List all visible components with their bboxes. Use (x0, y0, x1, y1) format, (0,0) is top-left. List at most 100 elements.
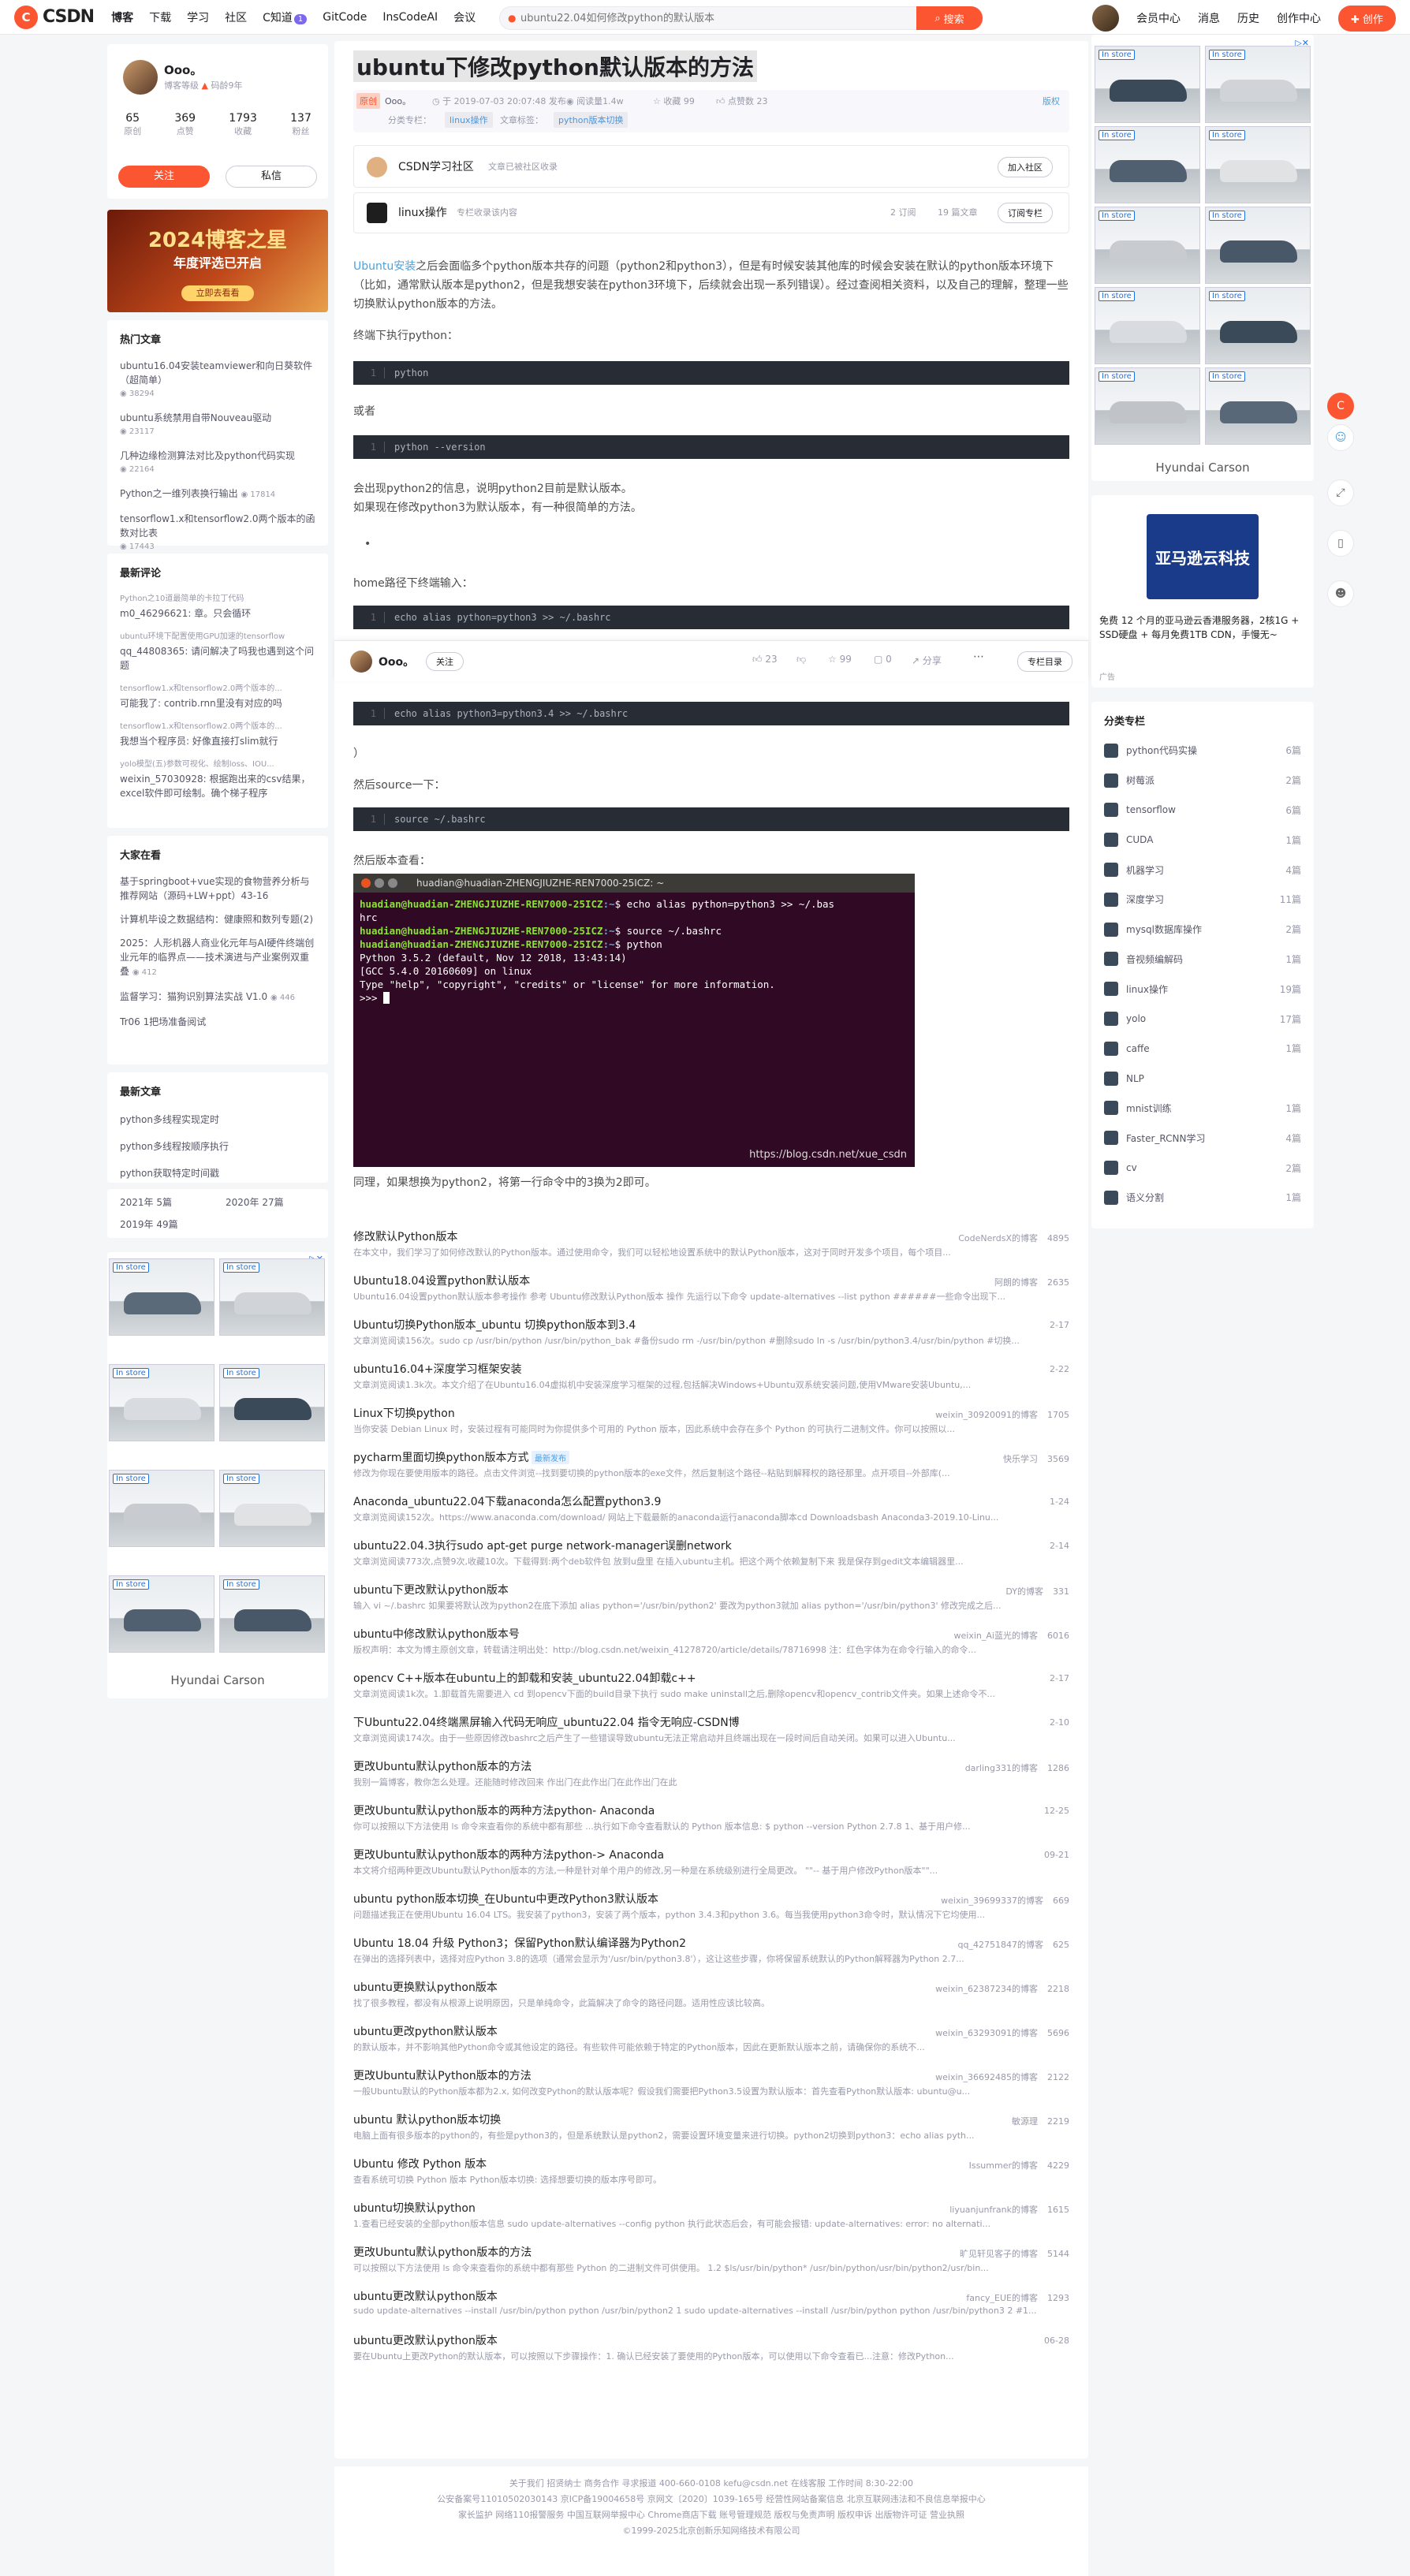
comment-item[interactable]: tensorflow1.x和tensorflow2.0两个版本的... 我想当个程… (107, 715, 328, 753)
like-action[interactable]: 👍︎ 23 (752, 654, 778, 665)
right-car-ad[interactable]: ▷✕ In store In store In store In store I… (1091, 35, 1314, 481)
recommend-item[interactable]: Linux下切换python 当你安装 Debian Linux 时，安装过程有可… (353, 1405, 1069, 1448)
code-block-3[interactable]: 1 echo alias python=python3 >> ~/.bashrc (353, 606, 1069, 629)
nav-download[interactable]: 下载 (149, 9, 171, 25)
user-avatar[interactable] (1091, 5, 1119, 32)
comment-item[interactable]: tensorflow1.x和tensorflow2.0两个版本的... 可能我了:… (107, 677, 328, 715)
recommend-title[interactable]: Ubuntu18.04设置python默认版本 (353, 1273, 1069, 1290)
fullscreen-icon[interactable]: ⤢ (1327, 479, 1354, 506)
recommend-source[interactable]: CodeNerdsX的博客 (958, 1233, 1038, 1243)
creator-center[interactable]: 创作中心 (1277, 10, 1321, 26)
recommend-title[interactable]: ubuntu下更改默认python版本 (353, 1582, 1069, 1599)
footer-legal[interactable]: 家长监护 网络110报警服务 中国互联网举报中心 Chrome商店下载 账号管理… (334, 2507, 1088, 2523)
recommend-item[interactable]: ubuntu python版本切换_在Ubuntu中更改Python3默认版本问… (353, 1891, 1069, 1933)
blog-star-banner[interactable]: 2024博客之星 年度评选已开启 立即去看看 (107, 210, 328, 312)
recommend-item[interactable]: ubuntu更换默认python版本 找了很多教程，都没有从根源上说明原因，只是单… (353, 1979, 1069, 2022)
follow-button[interactable]: 关注 (118, 166, 210, 188)
column-tag[interactable]: linux操作 (445, 112, 493, 128)
nav-cknow[interactable]: C知道 1 (263, 9, 308, 25)
more-icon[interactable]: ⋯ (973, 651, 984, 663)
category-item[interactable]: linux操作 19篇 (1091, 974, 1314, 1004)
category-item[interactable]: caffe 1篇 (1091, 1034, 1314, 1064)
search-button[interactable]: ⌕ 搜索 (916, 6, 983, 30)
category-item[interactable]: mnist训练 1篇 (1091, 1094, 1314, 1124)
profile-name[interactable]: Ooo。 (164, 62, 202, 78)
recommend-source[interactable]: weixin_63293091的博客 (935, 2028, 1038, 2038)
recommend-source[interactable]: 旷见轩见客子的博客 (960, 2249, 1038, 2259)
recommend-title[interactable]: opencv C++版本在ubuntu上的卸载和安装_ubuntu22.04卸载… (353, 1670, 1069, 1687)
hot-article-item[interactable]: ubuntu系统禁用自带Nouveau驱动 ◉ 23117 (107, 406, 328, 444)
latest-article-item[interactable]: python多线程按顺序执行 (107, 1133, 328, 1160)
archive-2020[interactable]: 2020年 27篇 (226, 1195, 284, 1209)
recommend-title[interactable]: Anaconda_ubuntu22.04下载anaconda怎么配置python… (353, 1493, 1069, 1511)
nav-community[interactable]: 社区 (225, 9, 247, 25)
code-block-2[interactable]: 1 python --version (353, 435, 1069, 459)
recommend-source[interactable]: 敏源理 (1012, 2116, 1038, 2127)
messages[interactable]: 消息 (1198, 10, 1220, 26)
latest-article-item[interactable]: python获取特定时间戳 (107, 1160, 328, 1187)
create-button[interactable]: ✚ 创作 (1337, 5, 1396, 32)
comment-item[interactable]: Python之10道最简单的卡拉丁代码 m0_46296621: 章。只会循环 (107, 587, 328, 625)
stat-original[interactable]: 65 原创 (124, 112, 141, 137)
recommend-title[interactable]: 下Ubuntu22.04终端黑屏输入代码无响应_ubuntu22.04 指令无响… (353, 1714, 1069, 1732)
profile-avatar[interactable] (123, 60, 158, 95)
recommend-source[interactable]: darling331的博客 (965, 1763, 1038, 1773)
mobile-icon[interactable]: ▯ (1327, 530, 1354, 557)
recommend-item[interactable]: ubuntu更改python默认版本 的默认版本，并不影响其他Python命令或其… (353, 2023, 1069, 2066)
ai-assistant-icon[interactable]: ☺ (1327, 424, 1354, 451)
stat-fans[interactable]: 137 粉丝 (290, 112, 311, 137)
nav-inscodeai[interactable]: InsCodeAI (382, 11, 438, 24)
banner-button[interactable]: 立即去看看 (181, 285, 254, 301)
latest-article-item[interactable]: python多线程实现定时 (107, 1106, 328, 1133)
category-item[interactable]: 语义分割 1篇 (1091, 1183, 1314, 1213)
recommend-item[interactable]: opencv C++版本在ubuntu上的卸载和安装_ubuntu22.04卸载… (353, 1670, 1069, 1713)
archive-2019[interactable]: 2019年 49篇 (120, 1217, 178, 1231)
favorite-action[interactable]: ☆ 99 (828, 654, 852, 665)
copyright-link[interactable]: 版权 (1043, 95, 1060, 107)
recommend-title[interactable]: ubuntu更改默认python版本 (353, 2332, 1069, 2350)
article-author[interactable]: Ooo。 (385, 95, 411, 107)
hot-article-item[interactable]: ubuntu16.04安装teamviewer和向日葵软件（超简单） ◉ 3829… (107, 354, 328, 406)
recommend-item[interactable]: Ubuntu18.04设置python默认版本 Ubuntu16.04设置pyth… (353, 1273, 1069, 1315)
subscribe-column-button[interactable]: 订阅专栏 (998, 203, 1053, 223)
category-item[interactable]: 机器学习 4篇 (1091, 855, 1314, 885)
recommend-item[interactable]: 下Ubuntu22.04终端黑屏输入代码无响应_ubuntu22.04 指令无响… (353, 1714, 1069, 1757)
recommend-source[interactable]: weixin_62387234的博客 (935, 1984, 1038, 1994)
footer-links[interactable]: 关于我们 招贤纳士 商务合作 寻求报道 400-660-0108 kefu@cs… (334, 2476, 1088, 2492)
recommend-source[interactable]: liyuanjunfrank的博客 (949, 2205, 1038, 2215)
category-item[interactable]: tensorflow 6篇 (1091, 796, 1314, 826)
message-button[interactable]: 私信 (226, 166, 317, 188)
code-block-4[interactable]: 1 echo alias python3=python3.4 >> ~/.bash… (353, 702, 1069, 725)
hot-article-item[interactable]: 几种边缘检测算法对比及python代码实现 ◉ 22164 (107, 444, 328, 482)
recommend-source[interactable]: 阿朗的博客 (994, 1277, 1038, 1288)
cloud-ad[interactable]: 亚马逊云科技 免费 12 个月的亚马逊云香港服务器，2核1G + SSD硬盘 +… (1091, 495, 1314, 688)
recommend-item[interactable]: Ubuntu 18.04 升级 Python3；保留Python默认编译器为Py… (353, 1935, 1069, 1978)
action-bar-avatar[interactable] (350, 651, 372, 673)
recommend-source[interactable]: 快乐学习 (1003, 1454, 1038, 1464)
csdn-logo[interactable]: C CSDN (14, 5, 95, 29)
recommend-item[interactable]: Ubuntu切换Python版本_ubuntu 切换python版本到3.4 文章… (353, 1317, 1069, 1359)
recommend-item[interactable]: ubuntu中修改默认python版本号 版权声明：本文为博主原创文章，转载请注明… (353, 1626, 1069, 1668)
recommend-title[interactable]: ubuntu22.04.3执行sudo apt-get purge networ… (353, 1538, 1069, 1555)
recommend-item[interactable]: 更改Ubuntu默认python版本的方法 我别一篇博客，教你怎么处理。还能随时修… (353, 1758, 1069, 1801)
recommend-source[interactable]: qq_42751847的博客 (958, 1940, 1043, 1950)
nav-blog[interactable]: 博客 (111, 9, 133, 25)
recommend-item[interactable]: 更改Ubuntu默认python版本的两种方法python-> Anaconda… (353, 1847, 1069, 1889)
comment-item[interactable]: ubuntu环境下配置使用GPU加速的tensorflow qq_44808365… (107, 625, 328, 677)
action-bar-follow[interactable]: 关注 (426, 652, 464, 671)
recommend-source[interactable]: fancy_EUE的博客 (966, 2293, 1038, 2303)
share-action[interactable]: ↗ 分享 (912, 654, 942, 667)
recommend-item[interactable]: Ubuntu 修改 Python 版本 查看系统可切换 Python 版本 Pyt… (353, 2156, 1069, 2198)
recommend-source[interactable]: weixin_39699337的博客 (941, 1896, 1043, 1906)
category-item[interactable]: CUDA 1篇 (1091, 825, 1314, 855)
archive-2021[interactable]: 2021年 5篇 (120, 1195, 172, 1209)
category-item[interactable]: yolo 17篇 (1091, 1004, 1314, 1034)
recommend-item[interactable]: ubuntu更改默认python版本 要在Ubuntu上更改Python的默认版本… (353, 2332, 1069, 2375)
stat-likes[interactable]: 369 点赞 (174, 112, 196, 137)
recommend-source[interactable]: Issummer的博客 (969, 2160, 1038, 2171)
recommend-title[interactable]: 更改Ubuntu默认python版本的方法 (353, 1758, 1069, 1776)
category-item[interactable]: mysql数据库操作 2篇 (1091, 915, 1314, 945)
recommend-title[interactable]: ubuntu16.04+深度学习框架安装 (353, 1361, 1069, 1378)
feedback-icon[interactable]: ☻ (1327, 580, 1354, 607)
action-bar-author[interactable]: Ooo。 (379, 654, 414, 669)
